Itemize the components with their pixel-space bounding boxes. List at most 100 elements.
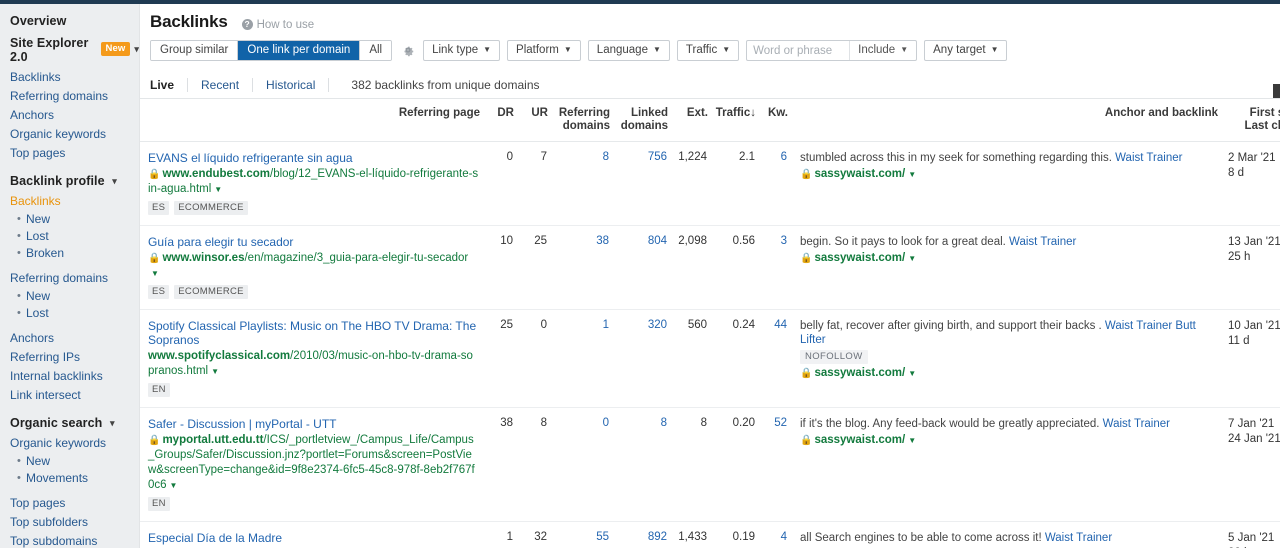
sidebar-item-referring-domains[interactable]: Referring domains — [0, 269, 139, 288]
referring-page-title[interactable]: EVANS el líquido refrigerante sin agua — [148, 151, 479, 165]
gear-icon[interactable] — [401, 43, 415, 59]
referring-page-url[interactable]: 🔒www.winsor.es/en/magazine/3_guia-para-e… — [148, 251, 479, 281]
sidebar-item-referring-ips[interactable]: Referring IPs — [0, 348, 139, 367]
sidebar-site-explorer-label: Site Explorer 2.0 — [10, 36, 95, 64]
sidebar-group-organic-search[interactable]: Organic search — [0, 412, 139, 434]
sidebar-item-backlinks-lost[interactable]: Lost — [0, 228, 139, 245]
cell-linked-domains[interactable]: 804 — [610, 226, 668, 310]
cell-dr: 10 — [480, 226, 514, 310]
segment-group-similar[interactable]: Group similar — [151, 41, 238, 60]
column-first-seen-last-check[interactable]: First seen Last check — [1218, 99, 1280, 142]
segment-one-link-per-domain[interactable]: One link per domain — [238, 41, 360, 60]
tab-live[interactable]: Live — [150, 78, 188, 92]
column-linked-domains[interactable]: Linked domains — [610, 99, 668, 142]
sidebar-item-top-subdomains[interactable]: Top subdomains — [0, 532, 139, 548]
cell-referring-domains[interactable]: 0 — [548, 408, 610, 522]
sidebar-item-organic-keywords[interactable]: Organic keywords — [0, 434, 139, 453]
chevron-down-icon[interactable]: ▼ — [908, 170, 916, 179]
referring-page-url[interactable]: 🔒myportal.utt.edu.tt/ICS/_portletview_/C… — [148, 433, 479, 493]
chevron-down-icon[interactable]: ▼ — [214, 185, 222, 194]
sidebar-item-internal-backlinks[interactable]: Internal backlinks — [0, 367, 139, 386]
sidebar-item-anchors[interactable]: Anchors — [0, 329, 139, 348]
any-target-dropdown[interactable]: Any target▼ — [924, 40, 1007, 61]
sidebar-group-site-explorer[interactable]: Site Explorer 2.0 New — [0, 32, 139, 68]
backlink-domain[interactable]: 🔒sassywaist.com/▼ — [800, 252, 1217, 264]
platform-dropdown[interactable]: Platform▼ — [507, 40, 581, 61]
last-check-value: 24 Jan '21 — [1228, 432, 1280, 447]
chevron-down-icon[interactable]: ▼ — [211, 367, 219, 376]
sidebar-item-referring-domains-se[interactable]: Referring domains — [0, 87, 139, 106]
anchor-link[interactable]: Waist Trainer — [1009, 236, 1076, 248]
cell-kw[interactable]: 52 — [756, 408, 788, 522]
sidebar-item-refdomains-new[interactable]: New — [0, 288, 139, 305]
column-ur[interactable]: UR — [514, 99, 548, 142]
cell-referring-domains[interactable]: 55 — [548, 522, 610, 548]
language-dropdown[interactable]: Language▼ — [588, 40, 670, 61]
sidebar-item-backlinks[interactable]: Backlinks — [0, 192, 139, 211]
sidebar-group-backlink-profile[interactable]: Backlink profile — [0, 170, 139, 192]
referring-page-url[interactable]: www.spotifyclassical.com/2010/03/music-o… — [148, 349, 479, 379]
sidebar-item-backlinks-se[interactable]: Backlinks — [0, 68, 139, 87]
main-content: Backlinks ? How to use Group similar One… — [140, 0, 1280, 548]
anchor-link[interactable]: Waist Trainer — [1103, 418, 1170, 430]
sidebar-item-top-pages-se[interactable]: Top pages — [0, 144, 139, 163]
column-dr[interactable]: DR — [480, 99, 514, 142]
chevron-down-icon: ▼ — [653, 45, 661, 54]
sidebar-item-anchors-se[interactable]: Anchors — [0, 106, 139, 125]
include-dropdown[interactable]: Include▼ — [849, 41, 916, 60]
column-referring-page[interactable]: Referring page — [140, 99, 480, 142]
cell-referring-domains[interactable]: 1 — [548, 310, 610, 408]
sidebar-item-top-pages[interactable]: Top pages — [0, 494, 139, 513]
sidebar-item-organic-keywords-se[interactable]: Organic keywords — [0, 125, 139, 144]
cell-kw[interactable]: 4 — [756, 522, 788, 548]
cell-linked-domains[interactable]: 756 — [610, 142, 668, 226]
chevron-down-icon[interactable]: ▼ — [908, 436, 916, 445]
column-anchor-and-backlink[interactable]: Anchor and backlink — [788, 99, 1218, 142]
sidebar-item-refdomains-lost[interactable]: Lost — [0, 305, 139, 322]
column-ext[interactable]: Ext. — [668, 99, 708, 142]
cell-linked-domains[interactable]: 8 — [610, 408, 668, 522]
chevron-down-icon[interactable]: ▼ — [908, 369, 916, 378]
traffic-dropdown[interactable]: Traffic▼ — [677, 40, 739, 61]
cell-referring-domains[interactable]: 38 — [548, 226, 610, 310]
chevron-down-icon[interactable]: ▼ — [908, 254, 916, 263]
column-referring-domains[interactable]: Referring domains — [548, 99, 610, 142]
sidebar-item-backlinks-broken[interactable]: Broken — [0, 245, 139, 262]
tab-historical[interactable]: Historical — [253, 78, 329, 92]
sidebar-item-link-intersect[interactable]: Link intersect — [0, 386, 139, 405]
referring-page-title[interactable]: Safer - Discussion | myPortal - UTT — [148, 417, 479, 431]
sidebar-item-organic-movements[interactable]: Movements — [0, 470, 139, 487]
segment-all[interactable]: All — [360, 41, 391, 60]
cell-referring-domains[interactable]: 8 — [548, 142, 610, 226]
referring-page-title[interactable]: Especial Día de la Madre — [148, 531, 479, 545]
chevron-down-icon[interactable]: ▼ — [170, 481, 178, 490]
column-kw[interactable]: Kw. — [756, 99, 788, 142]
cell-linked-domains[interactable]: 892 — [610, 522, 668, 548]
referring-page-title[interactable]: Guía para elegir tu secador — [148, 235, 479, 249]
referring-page-title[interactable]: Spotify Classical Playlists: Music on Th… — [148, 319, 479, 347]
sidebar-item-overview[interactable]: Overview — [0, 10, 139, 32]
anchor-link[interactable]: Waist Trainer — [1115, 152, 1182, 164]
referring-page-url[interactable]: 🔒www.endubest.com/blog/12_EVANS-el-líqui… — [148, 167, 479, 197]
backlink-domain[interactable]: 🔒sassywaist.com/▼ — [800, 434, 1217, 446]
cell-linked-domains[interactable]: 320 — [610, 310, 668, 408]
backlink-domain[interactable]: 🔒sassywaist.com/▼ — [800, 367, 1217, 379]
backlink-domain[interactable]: 🔒sassywaist.com/▼ — [800, 168, 1217, 180]
cell-kw[interactable]: 44 — [756, 310, 788, 408]
link-type-dropdown[interactable]: Link type▼ — [423, 40, 500, 61]
cell-dr: 25 — [480, 310, 514, 408]
cell-kw[interactable]: 6 — [756, 142, 788, 226]
how-to-use-link[interactable]: ? How to use — [242, 19, 315, 31]
cell-kw[interactable]: 3 — [756, 226, 788, 310]
tab-recent[interactable]: Recent — [188, 78, 253, 92]
sidebar-item-organic-new[interactable]: New — [0, 453, 139, 470]
anchor-link[interactable]: Waist Trainer Butt Lifter — [800, 320, 1196, 346]
search-input[interactable] — [747, 45, 849, 57]
column-traffic[interactable]: Traffic↓ — [708, 99, 756, 142]
sidebar-item-top-subfolders[interactable]: Top subfolders — [0, 513, 139, 532]
chevron-down-icon[interactable]: ▼ — [151, 269, 159, 278]
sidebar-item-backlinks-new[interactable]: New — [0, 211, 139, 228]
anchor-link[interactable]: Waist Trainer — [1045, 532, 1112, 544]
panel-collapse-handle[interactable] — [1273, 84, 1280, 98]
cell-anchor-and-backlink: if it's the blog. Any feed-back would be… — [788, 408, 1218, 522]
